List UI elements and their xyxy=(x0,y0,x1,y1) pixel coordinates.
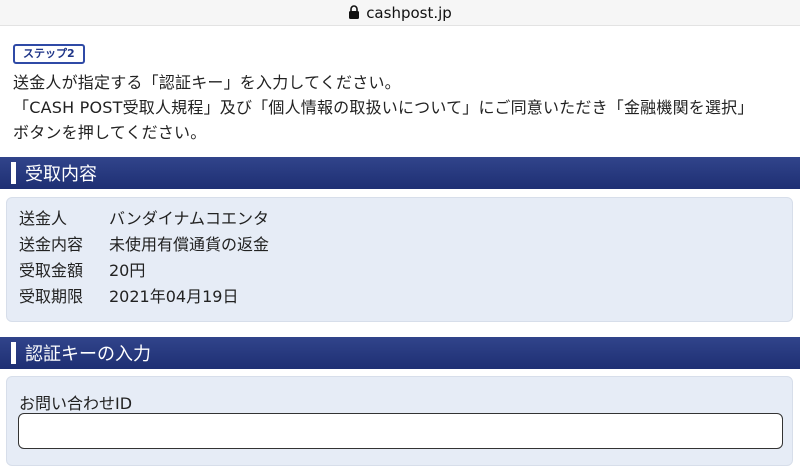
inquiry-id-label: お問い合わせID xyxy=(19,394,133,413)
info-value: 未使用有償通貨の返金 xyxy=(109,235,270,254)
instruction-line-1: 送金人が指定する「認証キー」を入力してください。 xyxy=(13,73,401,92)
info-label: 送金人 xyxy=(19,209,68,228)
info-row-content: 送金内容 未使用有償通貨の返金 xyxy=(19,232,792,258)
instruction-text: 送金人が指定する「認証キー」を入力してください。 「CASH POST受取人規程… xyxy=(13,70,793,145)
info-value: 2021年04月19日 xyxy=(109,287,239,306)
info-label: 受取金額 xyxy=(19,261,84,280)
info-row-amount: 受取金額 20円 xyxy=(19,258,792,284)
url-text: cashpost.jp xyxy=(366,3,452,22)
section-title: 認証キーの入力 xyxy=(25,344,151,365)
lock-icon xyxy=(349,4,360,19)
auth-key-panel: お問い合わせID xyxy=(6,376,793,466)
auth-key-section-header: 認証キーの入力 xyxy=(0,337,800,369)
address-bar[interactable]: cashpost.jp xyxy=(0,0,800,26)
section-accent-bar xyxy=(11,342,16,364)
info-value: 20円 xyxy=(109,261,146,280)
instruction-line-3: ボタンを押してください。 xyxy=(13,123,207,142)
section-accent-bar xyxy=(11,162,16,184)
step-badge: ステップ2 xyxy=(13,44,85,64)
info-value: バンダイナムコエンタ xyxy=(109,209,270,228)
step-intro: ステップ2 送金人が指定する「認証キー」を入力してください。 「CASH POS… xyxy=(13,42,793,145)
instruction-line-2: 「CASH POST受取人規程」及び「個人情報の取扱いについて」にご同意いただき… xyxy=(13,98,754,117)
receipt-details-panel: 送金人 バンダイナムコエンタ 送金内容 未使用有償通貨の返金 受取金額 20円 … xyxy=(6,197,793,322)
info-row-deadline: 受取期限 2021年04月19日 xyxy=(19,284,792,310)
inquiry-id-input[interactable] xyxy=(18,413,783,449)
section-title: 受取内容 xyxy=(25,164,97,185)
info-label: 送金内容 xyxy=(19,235,84,254)
info-row-sender: 送金人 バンダイナムコエンタ xyxy=(19,206,792,232)
info-label: 受取期限 xyxy=(19,287,84,306)
receipt-section-header: 受取内容 xyxy=(0,157,800,189)
